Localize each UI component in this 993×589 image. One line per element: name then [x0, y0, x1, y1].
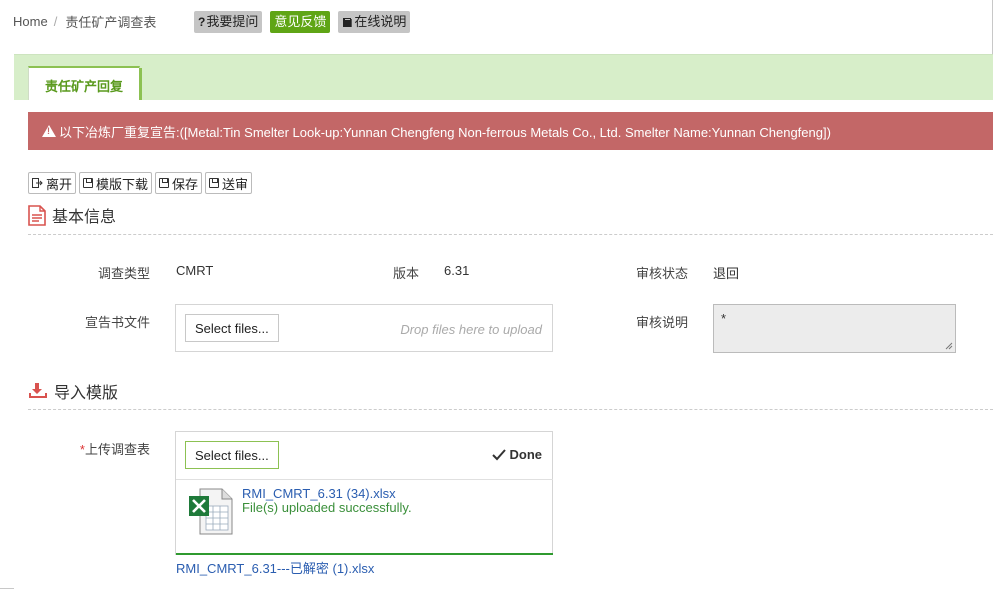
exit-icon [32, 178, 43, 188]
document-icon [28, 204, 46, 226]
section-divider [28, 409, 993, 410]
leave-button[interactable]: 离开 [28, 172, 77, 194]
review-note-value: * [721, 311, 727, 326]
download-icon [29, 383, 47, 398]
feedback-button[interactable]: 意见反馈 [270, 11, 331, 33]
select-files-button[interactable]: Select files... [185, 441, 279, 469]
disk-icon [83, 178, 94, 188]
drop-hint: Drop files here to upload [400, 322, 542, 337]
disk-icon [209, 178, 220, 188]
checkmark-icon [491, 448, 506, 460]
survey-upload-widget[interactable]: Select files... Done RMI_CMRT_6.31 (34).… [175, 431, 553, 555]
declaration-file-dropzone[interactable]: Select files... Drop files here to uploa… [175, 304, 553, 352]
action-toolbar: 离开 模版下载 保存 送审 [28, 172, 253, 194]
template-download-button[interactable]: 模版下载 [79, 172, 153, 194]
leave-label: 离开 [46, 176, 73, 192]
submit-review-label: 送审 [222, 176, 249, 192]
upload-survey-label: 上传调查表 [84, 442, 150, 457]
breadcrumb-separator: / [53, 13, 58, 29]
uploaded-file-name: RMI_CMRT_6.31 (34).xlsx [242, 486, 396, 501]
save-button[interactable]: 保存 [155, 172, 203, 194]
submit-review-button[interactable]: 送审 [205, 172, 253, 194]
upload-survey-label-row: *上传调查表 [64, 439, 150, 458]
breadcrumb-current: 责任矿产调查表 [65, 14, 157, 30]
review-status-value: 退回 [713, 266, 740, 281]
feedback-label: 意见反馈 [274, 14, 327, 29]
excel-file-icon [189, 488, 233, 535]
basic-info-header: 基本信息 [28, 203, 116, 227]
survey-type-label: 调查类型 [97, 266, 150, 281]
help-toolbar: ? 我要提问 意见反馈 在线说明 [194, 11, 411, 33]
tab-responsible-minerals-reply[interactable]: 责任矿产回复 [28, 66, 142, 102]
template-download-label: 模版下载 [96, 176, 149, 192]
question-mark-icon: ? [198, 15, 206, 29]
import-template-header: 导入模版 [28, 379, 118, 403]
declaration-file-label: 宣告书文件 [84, 315, 150, 330]
section-divider [28, 234, 993, 235]
tab-strip: 责任矿产回复 [14, 54, 993, 102]
upload-progress-bar [176, 553, 553, 555]
breadcrumb-home-link[interactable]: Home [13, 14, 48, 29]
review-status-label: 审核状态 [635, 266, 688, 281]
version-label: 版本 [392, 266, 419, 281]
breadcrumb: Home / 责任矿产调查表 [13, 11, 156, 31]
version-value: 6.31 [444, 263, 470, 278]
uploaded-file-link[interactable]: RMI_CMRT_6.31---已解密 (1).xlsx [176, 558, 374, 577]
basic-info-title: 基本信息 [52, 209, 117, 226]
online-help-label: 在线说明 [354, 14, 407, 29]
alert-text: 以下冶炼厂重复宣告:([Metal:Tin Smelter Look-up:Yu… [59, 124, 831, 140]
upload-done-indicator: Done [491, 447, 543, 462]
done-label: Done [509, 447, 543, 462]
uploaded-file-row: RMI_CMRT_6.31 (34).xlsx File(s) uploaded… [176, 479, 553, 555]
import-template-title: 导入模版 [54, 385, 119, 402]
warning-icon [42, 125, 56, 137]
select-files-button[interactable]: Select files... [185, 314, 279, 342]
ask-question-label: 我要提问 [206, 14, 259, 29]
review-note-label: 审核说明 [635, 315, 688, 330]
save-label: 保存 [172, 176, 199, 192]
duplicate-smelter-alert: 以下冶炼厂重复宣告:([Metal:Tin Smelter Look-up:Yu… [28, 112, 993, 150]
panel-body: 以下冶炼厂重复宣告:([Metal:Tin Smelter Look-up:Yu… [14, 100, 993, 589]
resize-grip-icon[interactable] [945, 342, 953, 350]
disk-icon [159, 178, 170, 188]
tab-label: 责任矿产回复 [44, 78, 123, 94]
online-help-button[interactable]: 在线说明 [338, 11, 411, 33]
book-icon [343, 17, 353, 27]
upload-status: File(s) uploaded successfully. [242, 500, 412, 515]
survey-type-value: CMRT [176, 263, 214, 278]
review-note-textarea[interactable]: * [713, 304, 956, 353]
ask-question-button[interactable]: ? 我要提问 [194, 11, 263, 33]
main-panel: 责任矿产回复 以下冶炼厂重复宣告:([Metal:Tin Smelter Loo… [14, 54, 993, 589]
